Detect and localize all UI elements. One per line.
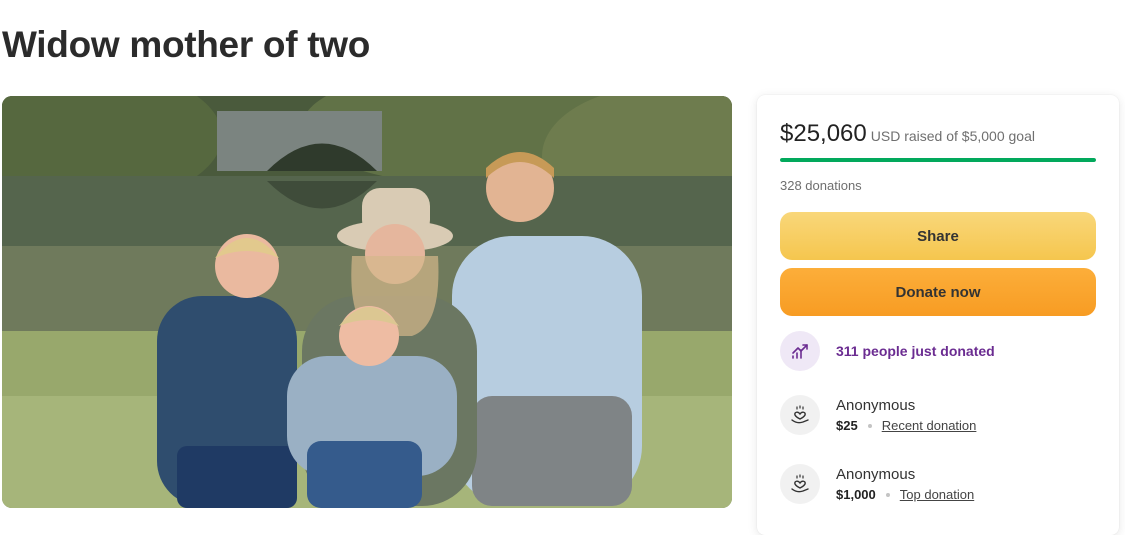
donor-name: Anonymous	[836, 466, 916, 483]
donation-amount: $25	[836, 418, 858, 433]
just-donated-text: 311 people just donated	[836, 343, 995, 359]
donation-amount: $1,000	[836, 487, 876, 502]
donate-now-button[interactable]: Donate now	[780, 268, 1096, 316]
donor-name: Anonymous	[836, 397, 916, 414]
page-title: Widow mother of two	[2, 24, 371, 65]
share-button[interactable]: Share	[780, 212, 1096, 260]
donation-card: $25,060 USD raised of $5,000 goal 328 don…	[757, 95, 1119, 535]
donation-item: Anonymous $1,000 Top donation	[780, 464, 974, 504]
progress-fill	[780, 158, 1096, 162]
donation-trend: 311 people just donated	[780, 331, 995, 371]
donation-item: Anonymous $25 Recent donation	[780, 395, 976, 435]
campaign-photo	[2, 96, 732, 508]
trending-up-icon	[780, 331, 820, 371]
separator-dot	[867, 423, 872, 428]
separator-dot	[885, 492, 890, 497]
donations-count: 328 donations	[780, 178, 862, 193]
goal-text: USD raised of $5,000 goal	[870, 128, 1035, 144]
raised-summary: $25,060 USD raised of $5,000 goal	[780, 120, 1035, 148]
top-donation-link[interactable]: Top donation	[900, 487, 974, 502]
heart-hand-icon	[780, 464, 820, 504]
heart-hand-icon	[780, 395, 820, 435]
amount-raised: $25,060	[780, 120, 867, 147]
recent-donation-link[interactable]: Recent donation	[882, 418, 977, 433]
progress-bar	[780, 158, 1096, 162]
